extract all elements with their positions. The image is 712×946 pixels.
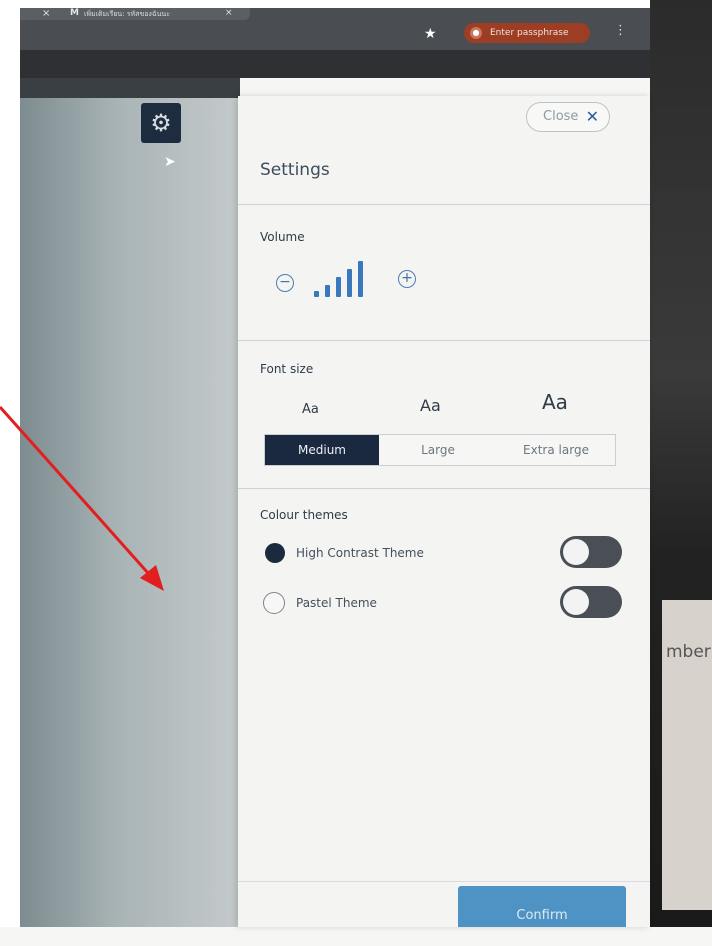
profile-icon: ● (470, 27, 482, 39)
enter-passphrase-button[interactable]: ● Enter passphrase (464, 23, 590, 43)
high-contrast-theme-label: High Contrast Theme (296, 546, 424, 560)
font-sample-extra-large[interactable]: Aa (542, 390, 568, 414)
passphrase-label: Enter passphrase (490, 28, 569, 38)
photo-margin-left (0, 0, 20, 927)
star-icon[interactable]: ★ (424, 26, 437, 42)
volume-up-icon[interactable]: + (398, 270, 416, 288)
divider (238, 881, 650, 882)
divider (238, 340, 650, 341)
kebab-menu-icon[interactable]: ⋮ (614, 23, 627, 38)
browser-tab[interactable]: × M เพิ่มเติมเรียน: รหัสของฉันนะ × (20, 8, 250, 20)
gmail-icon: M (70, 8, 79, 18)
font-size-selector: Medium Large Extra large (264, 434, 616, 466)
mouse-cursor-icon: ➤ (164, 154, 176, 170)
font-sample-large[interactable]: Aa (420, 396, 441, 415)
volume-bar (314, 291, 319, 297)
gear-icon[interactable]: ⚙ (141, 103, 181, 143)
divider (238, 204, 650, 205)
colour-themes-label: Colour themes (260, 508, 348, 522)
font-size-label: Font size (260, 362, 314, 376)
tab-title: เพิ่มเติมเรียน: รหัสของฉันนะ (84, 10, 170, 18)
settings-panel: Close ✕ Settings Volume − + Font size Aa… (238, 96, 650, 927)
high-contrast-toggle[interactable] (560, 536, 622, 568)
toggle-knob (563, 539, 589, 565)
settings-title: Settings (260, 160, 330, 180)
browser-bookmarks-strip (20, 50, 650, 78)
background-calendar-text: mber (666, 642, 711, 662)
volume-down-icon[interactable]: − (276, 274, 294, 292)
volume-bar (325, 285, 330, 297)
close-icon: ✕ (585, 107, 599, 126)
close-label: Close (543, 109, 579, 124)
volume-label: Volume (260, 230, 305, 244)
volume-bar (347, 269, 352, 297)
volume-bar (336, 277, 341, 297)
font-size-medium-tab[interactable]: Medium (265, 435, 379, 465)
divider (238, 488, 650, 489)
page-header-band (20, 78, 240, 98)
confirm-button[interactable]: Confirm (458, 886, 626, 927)
toggle-knob (563, 589, 589, 615)
pastel-theme-label: Pastel Theme (296, 596, 377, 610)
high-contrast-radio[interactable] (265, 543, 285, 563)
close-button[interactable]: Close ✕ (526, 102, 610, 132)
font-sample-medium[interactable]: Aa (302, 402, 319, 417)
tab-x-icon[interactable]: × (225, 8, 233, 18)
pastel-theme-radio[interactable] (263, 592, 285, 614)
photo-margin-top (0, 0, 712, 8)
volume-bar (358, 261, 363, 297)
page-background (20, 98, 240, 927)
font-size-large-tab[interactable]: Large (379, 435, 497, 465)
confirm-label: Confirm (516, 908, 568, 923)
browser-toolbar: × M เพิ่มเติมเรียน: รหัสของฉันนะ × ★ ● E… (20, 8, 650, 50)
font-size-extra-large-tab[interactable]: Extra large (497, 435, 615, 465)
tab-close-icon[interactable]: × (42, 8, 50, 19)
volume-level-indicator[interactable] (314, 257, 378, 297)
pastel-theme-toggle[interactable] (560, 586, 622, 618)
